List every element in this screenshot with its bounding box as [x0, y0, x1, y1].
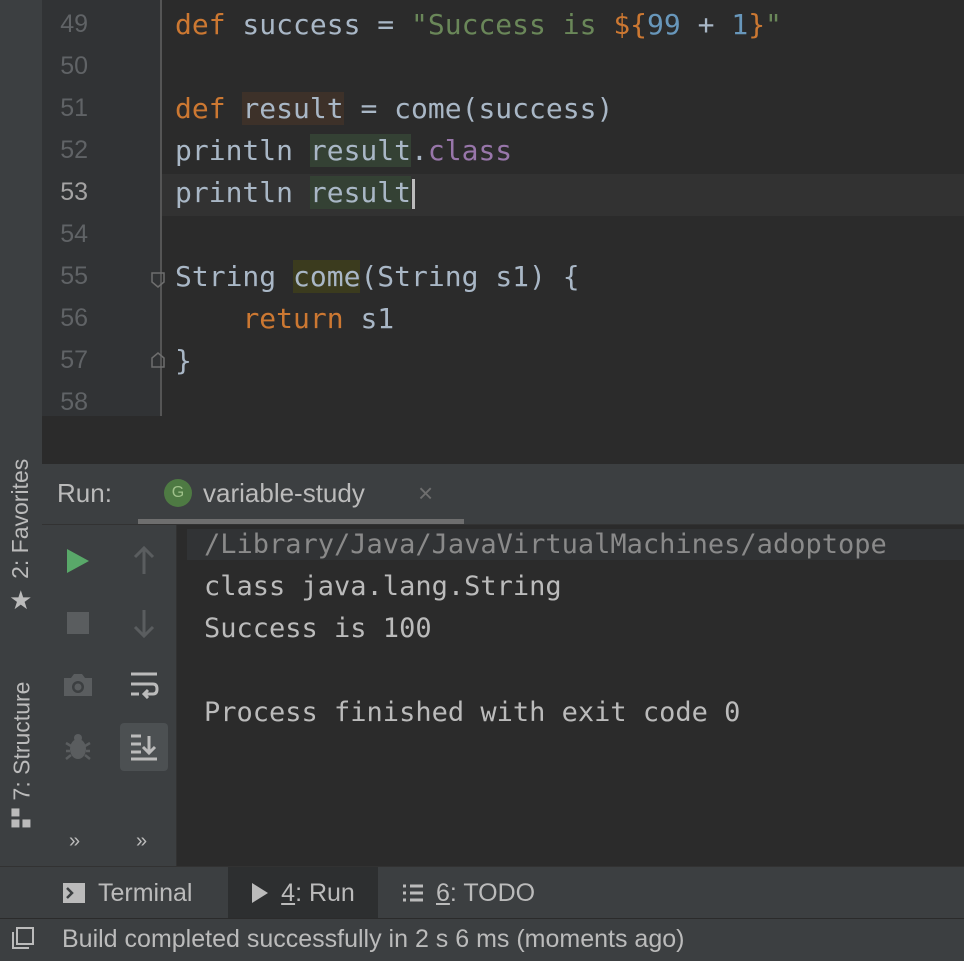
camera-icon	[64, 674, 92, 696]
left-tool-stripe: ★ 2: Favorites 7: Structure	[0, 0, 43, 866]
code-editor[interactable]: 49 50 51 52 53 54 55 56 57 58 def succes…	[42, 0, 964, 416]
tab-terminal-label: Terminal	[98, 878, 193, 907]
terminal-icon	[63, 883, 85, 903]
todo-list-icon	[403, 884, 423, 902]
line-number: 54	[60, 220, 88, 248]
scroll-up-button[interactable]	[120, 537, 168, 585]
line-number: 58	[60, 388, 88, 416]
line-number: 50	[60, 52, 88, 80]
more-actions-icon[interactable]: »	[136, 830, 147, 853]
arrow-down-icon	[133, 610, 155, 638]
fold-close-icon[interactable]	[151, 352, 165, 368]
debug-button[interactable]	[54, 723, 102, 771]
tab-todo[interactable]: 6: TODO	[402, 867, 535, 919]
active-tab-indicator	[138, 519, 464, 524]
line-number: 49	[60, 10, 88, 38]
arrow-up-icon	[133, 546, 155, 574]
scroll-down-button[interactable]	[120, 599, 168, 647]
structure-icon	[10, 807, 32, 835]
status-bar: Build completed successfully in 2 s 6 ms…	[0, 918, 964, 961]
line-number: 51	[60, 94, 88, 122]
soft-wrap-button[interactable]	[120, 661, 168, 709]
tab-todo-label: 6: TODO	[436, 878, 536, 907]
code-line-49: def success = "Success is ${99 + 1}"	[175, 8, 782, 41]
run-toolbar-secondary: »	[114, 525, 177, 866]
stop-button[interactable]	[54, 599, 102, 647]
play-icon	[252, 883, 269, 903]
fold-open-icon[interactable]	[151, 272, 165, 288]
favorites-label: 2: Favorites	[7, 458, 34, 579]
structure-tool-tab[interactable]: 7: Structure	[0, 662, 42, 852]
code-line-57: }	[175, 344, 192, 377]
code-line-53: println result	[175, 176, 416, 209]
console-line: Success is 100	[204, 613, 432, 644]
tab-run-label: 4: Run	[281, 878, 355, 907]
tab-terminal[interactable]: Terminal	[62, 867, 208, 919]
text-caret	[412, 179, 416, 209]
bottom-tool-tabs: Terminal 4: Run 6: TODO	[0, 866, 964, 919]
console-line-command: /Library/Java/JavaVirtualMachines/adopto…	[187, 529, 964, 560]
line-number: 52	[60, 136, 88, 164]
line-number: 57	[60, 346, 88, 374]
console-line: class java.lang.String	[204, 571, 562, 602]
more-actions-icon[interactable]: »	[69, 830, 80, 853]
code-line-55: String come(String s1) {	[175, 260, 580, 293]
editor-gutter: 49 50 51 52 53 54 55 56 57 58	[42, 0, 162, 416]
code-line-56: return s1	[242, 302, 395, 335]
code-line-52: println result.class	[175, 134, 513, 167]
stop-icon	[67, 612, 89, 634]
toggle-tool-windows-icon[interactable]	[12, 927, 34, 949]
rerun-button[interactable]	[54, 537, 102, 585]
panel-splitter[interactable]	[42, 416, 964, 465]
structure-label: 7: Structure	[7, 681, 34, 801]
line-number: 56	[60, 304, 88, 332]
run-toolbar-primary: »	[42, 525, 114, 866]
run-tab-label: variable-study	[203, 478, 365, 508]
groovy-icon: G	[164, 479, 192, 507]
favorites-tool-tab[interactable]: ★ 2: Favorites	[0, 440, 42, 630]
run-panel-header: Run: G variable-study ×	[42, 464, 964, 525]
run-tab-variable-study[interactable]: G variable-study ×	[138, 464, 464, 524]
console-line: Process finished with exit code 0	[204, 697, 741, 728]
status-message: Build completed successfully in 2 s 6 ms…	[62, 925, 685, 953]
scroll-to-end-icon	[131, 734, 157, 761]
bug-icon	[65, 734, 91, 760]
close-icon[interactable]: ×	[418, 478, 433, 509]
dump-threads-button[interactable]	[54, 661, 102, 709]
scroll-to-end-button[interactable]	[120, 723, 168, 771]
line-number-current: 53	[60, 178, 88, 206]
code-line-51: def result = come(success)	[175, 92, 614, 125]
line-number: 55	[60, 262, 88, 290]
play-icon	[67, 549, 89, 573]
tab-run[interactable]: 4: Run	[228, 867, 378, 919]
run-panel-title: Run:	[57, 478, 112, 508]
console-output[interactable]: /Library/Java/JavaVirtualMachines/adopto…	[177, 525, 964, 866]
star-icon: ★	[9, 584, 33, 615]
soft-wrap-icon	[131, 672, 159, 699]
